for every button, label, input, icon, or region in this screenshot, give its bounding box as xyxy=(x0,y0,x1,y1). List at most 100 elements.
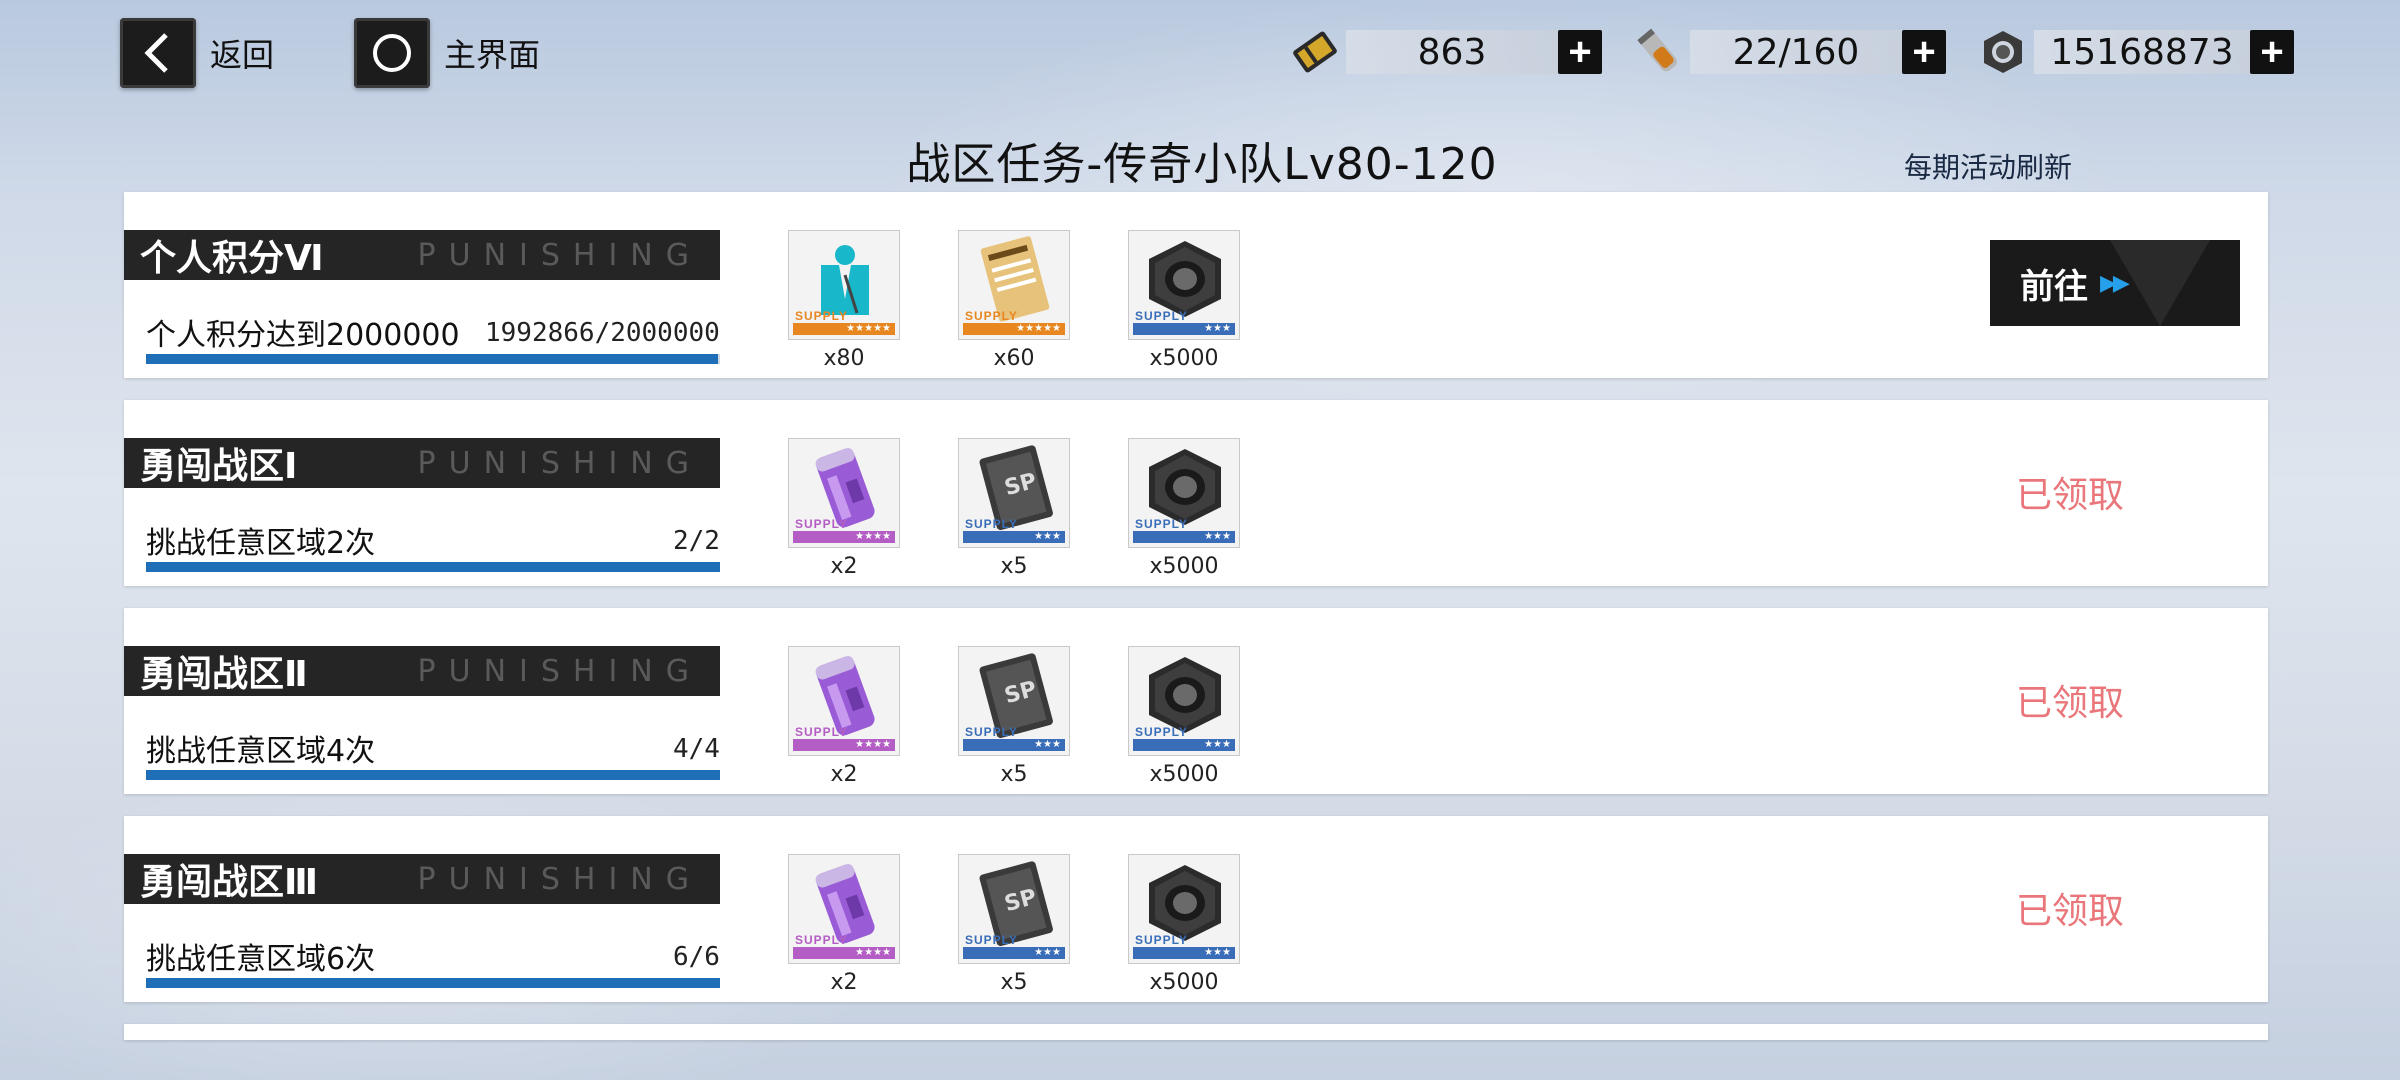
reward-item: SUPPLY ★★★ x5000 xyxy=(1128,646,1240,787)
progress-bar xyxy=(146,978,720,988)
task-card: 个人积分Ⅵ PUNISHING 个人积分达到2000000 1992866/20… xyxy=(124,192,2268,378)
reward-slot[interactable]: SUPPLY ★★★★ xyxy=(788,854,900,964)
reward-quantity: x2 xyxy=(830,554,858,579)
supply-tag: SUPPLY xyxy=(795,309,848,323)
home-button[interactable]: 主界面 xyxy=(354,18,540,88)
task-description: 个人积分达到2000000 xyxy=(146,318,460,353)
progress-text: 6/6 xyxy=(673,942,720,972)
reward-slot[interactable]: SUPPLY ★★★ xyxy=(1128,646,1240,756)
double-arrow-icon: ▶▶ xyxy=(2100,270,2130,295)
home-circle-icon xyxy=(354,18,430,88)
reward-quantity: x5 xyxy=(1000,970,1028,995)
rarity-stars: ★★★★ xyxy=(793,531,895,543)
supply-tag: SUPPLY xyxy=(1135,725,1188,739)
reward-quantity: x2 xyxy=(830,762,858,787)
reward-slot[interactable]: SUPPLY ★★★★★ xyxy=(788,230,900,340)
reward-quantity: x5 xyxy=(1000,554,1028,579)
progress-text: 2/2 xyxy=(673,526,720,556)
ticket-icon xyxy=(1284,21,1346,83)
energy-vial-icon xyxy=(1628,21,1690,83)
rarity-stars: ★★★★ xyxy=(793,947,895,959)
supply-tag: SUPPLY xyxy=(965,933,1018,947)
task-name: 勇闯战区Ⅲ xyxy=(140,862,319,903)
supply-tag: SUPPLY xyxy=(795,933,848,947)
task-name: 个人积分Ⅵ xyxy=(140,238,324,279)
reward-slot[interactable]: SP SUPPLY ★★★ xyxy=(958,438,1070,548)
reward-item: SUPPLY ★★★★★ x80 xyxy=(788,230,900,371)
rarity-stars: ★★★★★ xyxy=(793,323,895,335)
task-name: 勇闯战区Ⅱ xyxy=(140,654,308,695)
claimed-status: 已领取 xyxy=(2015,891,2124,932)
energy-count: 22/160 xyxy=(1690,30,1902,74)
reward-slot[interactable]: SUPPLY ★★★ xyxy=(1128,230,1240,340)
chevron-left-icon xyxy=(120,18,196,88)
task-header: 个人积分Ⅵ PUNISHING xyxy=(124,230,720,280)
go-label: 前往 xyxy=(2020,266,2088,307)
reward-quantity: x5000 xyxy=(1149,554,1219,579)
reward-item: SUPPLY ★★★ x5000 xyxy=(1128,230,1240,371)
rarity-stars: ★★★ xyxy=(963,739,1065,751)
progress-fill xyxy=(146,562,720,572)
reward-quantity: x5000 xyxy=(1149,970,1219,995)
punishing-watermark: PUNISHING xyxy=(417,861,702,897)
punishing-watermark: PUNISHING xyxy=(417,653,702,689)
supply-tag: SUPPLY xyxy=(795,517,848,531)
add-coin-button[interactable]: + xyxy=(2250,30,2294,74)
reward-quantity: x5000 xyxy=(1149,346,1219,371)
reward-item: SP SUPPLY ★★★ x5 xyxy=(958,854,1070,995)
supply-tag: SUPPLY xyxy=(965,517,1018,531)
reward-quantity: x60 xyxy=(993,346,1035,371)
resource-energy: 22/160 + xyxy=(1628,24,1946,80)
reward-item: SUPPLY ★★★★ x2 xyxy=(788,646,900,787)
progress-fill xyxy=(146,770,720,780)
task-description: 挑战任意区域4次 xyxy=(146,734,376,769)
rarity-stars: ★★★ xyxy=(963,531,1065,543)
task-description: 挑战任意区域2次 xyxy=(146,526,376,561)
home-label: 主界面 xyxy=(444,36,541,74)
add-ticket-button[interactable]: + xyxy=(1558,30,1602,74)
punishing-watermark: PUNISHING xyxy=(417,445,702,481)
claimed-status: 已领取 xyxy=(2015,475,2124,516)
task-description: 挑战任意区域6次 xyxy=(146,942,376,977)
rarity-stars: ★★★ xyxy=(1133,947,1235,959)
reward-quantity: x5 xyxy=(1000,762,1028,787)
reward-item: SP SUPPLY ★★★ x5 xyxy=(958,646,1070,787)
progress-text: 4/4 xyxy=(673,734,720,764)
reward-slot[interactable]: SUPPLY ★★★★ xyxy=(788,646,900,756)
rarity-stars: ★★★★ xyxy=(793,739,895,751)
reward-slot[interactable]: SUPPLY ★★★ xyxy=(1128,438,1240,548)
add-energy-button[interactable]: + xyxy=(1902,30,1946,74)
reward-slot[interactable]: SUPPLY ★★★★ xyxy=(788,438,900,548)
punishing-watermark: PUNISHING xyxy=(417,237,702,273)
reward-slot[interactable]: SP SUPPLY ★★★ xyxy=(958,646,1070,756)
supply-tag: SUPPLY xyxy=(965,725,1018,739)
task-header: 勇闯战区Ⅲ PUNISHING xyxy=(124,854,720,904)
progress-bar xyxy=(146,770,720,780)
supply-tag: SUPPLY xyxy=(1135,309,1188,323)
supply-tag: SUPPLY xyxy=(965,309,1018,323)
progress-bar xyxy=(146,354,720,364)
reward-item: SUPPLY ★★★★★ x60 xyxy=(958,230,1070,371)
coin-count: 15168873 xyxy=(2034,30,2250,74)
go-button[interactable]: 前往 ▶▶ xyxy=(1990,240,2240,326)
supply-tag: SUPPLY xyxy=(1135,517,1188,531)
rarity-stars: ★★★ xyxy=(963,947,1065,959)
supply-tag: SUPPLY xyxy=(1135,933,1188,947)
reward-item: SUPPLY ★★★ x5000 xyxy=(1128,438,1240,579)
rarity-stars: ★★★★★ xyxy=(963,323,1065,335)
progress-fill xyxy=(146,978,720,988)
rarity-stars: ★★★ xyxy=(1133,739,1235,751)
reward-quantity: x5000 xyxy=(1149,762,1219,787)
reward-slot[interactable]: SUPPLY ★★★ xyxy=(1128,854,1240,964)
reward-quantity: x80 xyxy=(823,346,865,371)
resource-coin: 15168873 + xyxy=(1972,24,2294,80)
reward-slot[interactable]: SUPPLY ★★★★★ xyxy=(958,230,1070,340)
back-button[interactable]: 返回 xyxy=(120,18,274,88)
reward-item: SUPPLY ★★★★ x2 xyxy=(788,438,900,579)
reward-slot[interactable]: SP SUPPLY ★★★ xyxy=(958,854,1070,964)
ticket-count: 863 xyxy=(1346,30,1558,74)
task-card: 勇闯战区Ⅲ PUNISHING 挑战任意区域6次 6/6 SUPPLY ★★★★… xyxy=(124,816,2268,1002)
reward-quantity: x2 xyxy=(830,970,858,995)
list-bottom-edge xyxy=(124,1024,2268,1040)
claimed-status: 已领取 xyxy=(2015,683,2124,724)
